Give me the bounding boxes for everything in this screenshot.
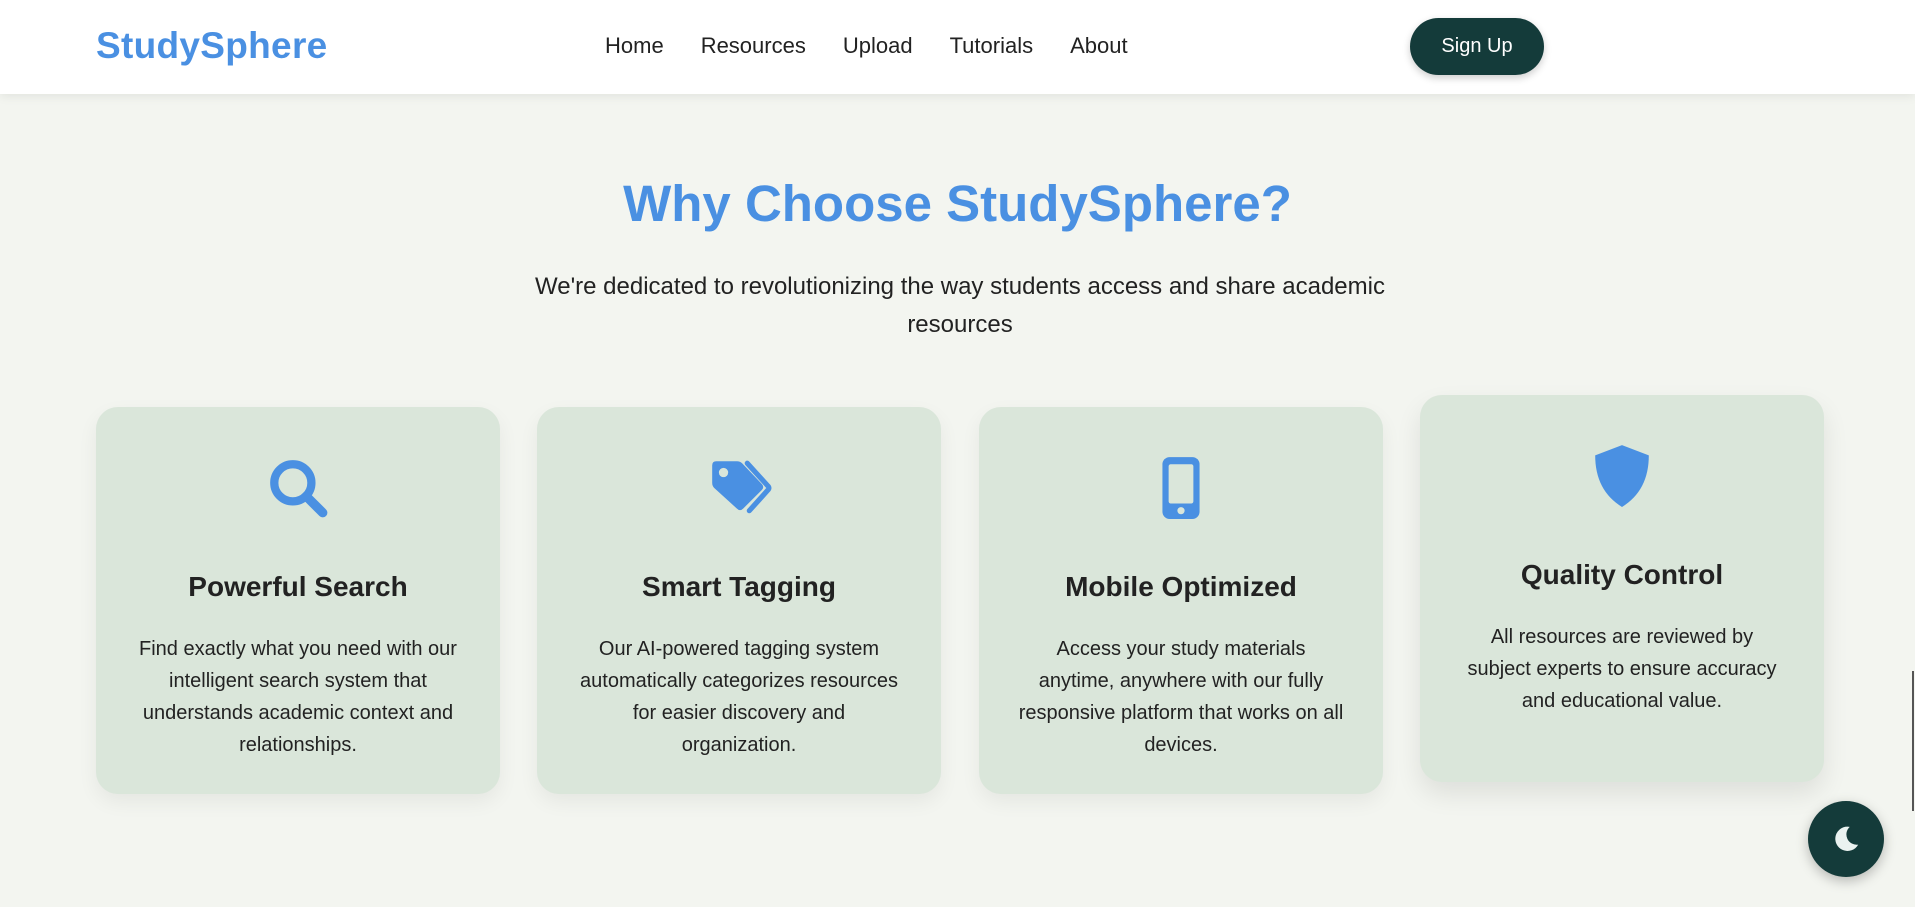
feature-title: Mobile Optimized: [1065, 571, 1297, 602]
feature-card-quality: Quality Control All resources are review…: [1420, 395, 1824, 782]
navbar: StudySphere Home Resources Upload Tutori…: [0, 0, 1915, 94]
search-icon: [96, 455, 500, 523]
site-logo[interactable]: StudySphere: [96, 25, 328, 67]
tags-icon: [537, 455, 941, 523]
feature-title: Powerful Search: [188, 571, 408, 602]
nav-tutorials-link[interactable]: Tutorials: [950, 33, 1034, 59]
shield-icon: [1420, 443, 1824, 511]
section-title: Why Choose StudySphere?: [623, 175, 1292, 232]
feature-card-search: Powerful Search Find exactly what you ne…: [96, 407, 500, 794]
nav-resources-link[interactable]: Resources: [701, 33, 806, 59]
moon-icon: [1831, 824, 1861, 854]
sign-up-button[interactable]: Sign Up: [1410, 18, 1544, 75]
mobile-icon: [979, 455, 1383, 523]
feature-description: Our AI-powered tagging system automatica…: [580, 638, 898, 756]
feature-description: Access your study materials anytime, any…: [1018, 638, 1344, 756]
feature-description: All resources are reviewed by subject ex…: [1467, 626, 1777, 712]
scrollbar-edge: [1912, 671, 1914, 811]
feature-card-tagging: Smart Tagging Our AI-powered tagging sys…: [537, 407, 941, 794]
feature-title: Smart Tagging: [642, 571, 836, 602]
nav-upload-link[interactable]: Upload: [843, 33, 913, 59]
nav-home-link[interactable]: Home: [605, 33, 664, 59]
section-subtitle: We're dedicated to revolutionizing the w…: [535, 273, 1385, 338]
feature-card-mobile: Mobile Optimized Access your study mater…: [979, 407, 1383, 794]
feature-description: Find exactly what you need with our inte…: [139, 638, 457, 756]
theme-toggle-button[interactable]: [1808, 801, 1884, 877]
main-nav: Home Resources Upload Tutorials About: [605, 33, 1128, 59]
feature-title: Quality Control: [1520, 559, 1724, 590]
nav-about-link[interactable]: About: [1070, 33, 1128, 59]
